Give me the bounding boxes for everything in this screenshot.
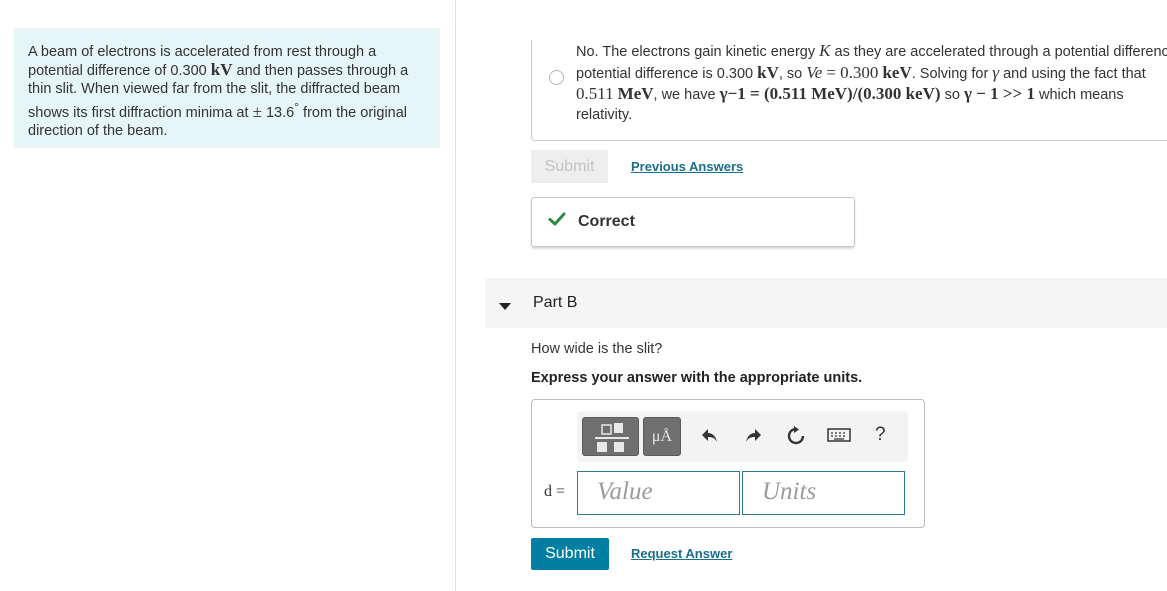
- choice-line4: relativity.: [576, 106, 633, 123]
- checkmark-icon: [548, 211, 566, 232]
- plus-minus: ±: [252, 101, 262, 121]
- units-input[interactable]: Units: [742, 471, 905, 515]
- redo-icon[interactable]: [742, 425, 766, 449]
- feedback-label: Correct: [578, 213, 635, 230]
- help-button[interactable]: ?: [875, 424, 886, 446]
- request-answer-link[interactable]: Request Answer: [631, 546, 732, 561]
- choice-line3-d: which means: [1038, 87, 1124, 103]
- choice-var-k: K: [819, 41, 831, 60]
- previous-answers-link[interactable]: Previous Answers: [631, 159, 743, 174]
- choice-line3-b: , we have: [653, 87, 716, 103]
- choice-gamma-expr: γ−1 = (0.511 MeV)/(0.300 keV): [719, 84, 941, 103]
- value-input[interactable]: Value: [577, 471, 740, 515]
- answer-choice-text: No. The electrons gain kinetic energy K …: [576, 41, 1167, 125]
- choice-line2-c: . Solving for: [911, 65, 989, 82]
- choice-unit-mev: MeV: [617, 84, 654, 103]
- feedback-correct: Correct: [531, 197, 855, 247]
- choice-var-gamma: γ: [992, 62, 1000, 82]
- choice-line1-b: as they are accelerated through a potent…: [834, 44, 1167, 60]
- submit-button[interactable]: Submit: [531, 538, 609, 570]
- choice-unit-kv: kV: [757, 62, 779, 82]
- answer-entry-box: μÅ ? d = Value Units: [531, 399, 925, 528]
- degree-sign: °: [294, 100, 300, 114]
- problem-statement: A beam of electrons is accelerated from …: [14, 28, 440, 148]
- math-toolbar: μÅ ?: [577, 411, 908, 462]
- choice-var-ve: Ve: [806, 62, 823, 82]
- choice-line3-c: so: [944, 87, 960, 103]
- part-b-header[interactable]: Part B: [485, 278, 1167, 328]
- units-button-label: μÅ: [651, 428, 673, 445]
- submit-button-disabled[interactable]: Submit: [531, 150, 608, 183]
- variable-label: d =: [544, 483, 566, 500]
- undo-icon[interactable]: [699, 425, 723, 449]
- keyboard-icon[interactable]: [827, 427, 851, 451]
- angle-value: 13.6: [265, 104, 295, 121]
- choice-line2-b: , so: [778, 65, 803, 82]
- choice-unit-kev: keV: [882, 62, 912, 82]
- units-button[interactable]: μÅ: [643, 417, 681, 456]
- caret-down-icon[interactable]: [499, 298, 511, 316]
- reset-icon[interactable]: [785, 425, 809, 449]
- choice-gamma-expr2: γ − 1 >> 1: [963, 84, 1035, 103]
- choice-line1-a: No. The electrons gain kinetic energy: [576, 44, 816, 60]
- choice-line2-a: potential difference is 0.300: [576, 65, 754, 82]
- part-b-title: Part B: [533, 294, 578, 311]
- choice-line2-d: and using the fact that: [1003, 65, 1146, 82]
- unit-kv: kV: [210, 60, 233, 79]
- choice-eq: = 0.300: [826, 62, 879, 82]
- choice-radio[interactable]: [549, 70, 564, 85]
- instruction-text: Express your answer with the appropriate…: [531, 370, 863, 386]
- choice-line3-a: 0.511: [576, 84, 614, 103]
- fraction-template-button[interactable]: [582, 417, 639, 456]
- question-text: How wide is the slit?: [531, 341, 663, 357]
- column-divider: [455, 0, 456, 591]
